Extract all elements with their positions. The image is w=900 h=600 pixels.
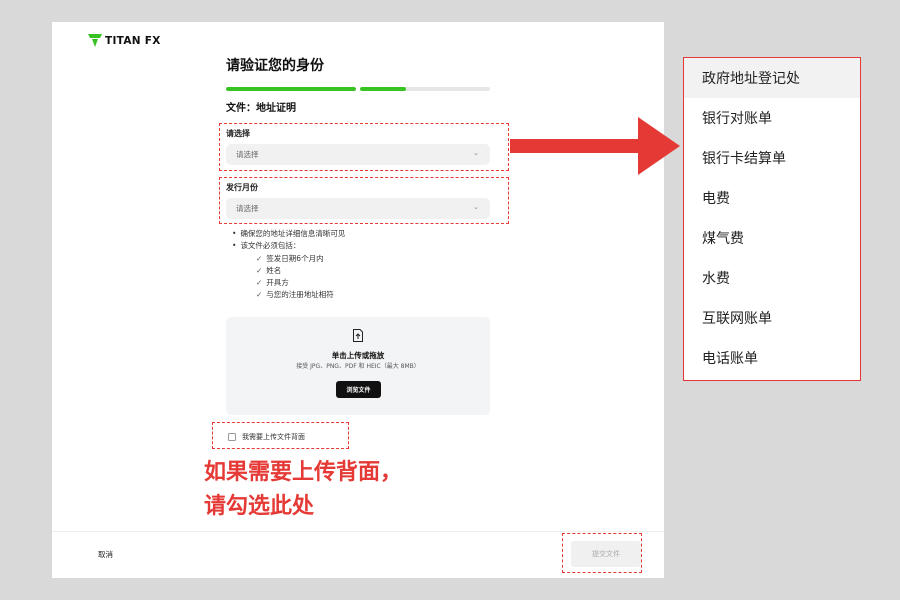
list-item: ✓ 姓名 [232, 265, 345, 277]
dropdown-option[interactable]: 互联网账单 [684, 298, 860, 338]
dropdown-option[interactable]: 煤气费 [684, 218, 860, 258]
check-icon: ✓ [256, 253, 263, 263]
logo-text: TITAN FX [105, 34, 161, 47]
upload-file-icon [353, 329, 363, 342]
highlight-box [219, 123, 509, 171]
upload-dropzone[interactable]: 单击上传或拖放 接受 JPG、PNG、PDF 和 HEIC（最大 8MB） 浏览… [226, 317, 490, 415]
verification-panel: TITAN FX 请验证您的身份 文件：地址证明 请选择 请选择 ⌄ 发行月份 … [52, 22, 664, 578]
requirements-list: • 确保您的地址详细信息清晰可见 • 该文件必须包括： ✓ 签发日期6个月内 ✓ 姓名 … [232, 228, 345, 302]
dropdown-option[interactable]: 政府地址登记处 [684, 58, 860, 98]
progress-segment [360, 87, 490, 91]
dropdown-option[interactable]: 银行卡结算单 [684, 138, 860, 178]
progress-segment [226, 87, 356, 91]
dropdown-option[interactable]: 银行对账单 [684, 98, 860, 138]
annotation-line: 如果需要上传背面， [204, 460, 403, 485]
page-title: 请验证您的身份 [226, 58, 324, 74]
list-item: ✓ 与您的注册地址相符 [232, 289, 345, 301]
progress-bar [226, 87, 490, 91]
footer-divider [52, 531, 664, 532]
document-type-dropdown: 政府地址登记处 银行对账单 银行卡结算单 电费 煤气费 水费 互联网账单 电话账… [683, 57, 861, 381]
list-item: ✓ 签发日期6个月内 [232, 253, 345, 265]
cancel-button[interactable]: 取消 [98, 549, 113, 560]
list-item: • 该文件必须包括： [232, 241, 301, 251]
annotation-line: 请勾选此处 [204, 494, 315, 519]
check-icon: ✓ [256, 265, 263, 275]
annotation-text: 如果需要上传背面， 请勾选此处 [204, 456, 402, 524]
dropdown-option[interactable]: 水费 [684, 258, 860, 298]
arrow-right-icon [510, 117, 680, 175]
browse-files-button[interactable]: 浏览文件 [336, 381, 381, 398]
upload-subtitle: 接受 JPG、PNG、PDF 和 HEIC（最大 8MB） [296, 363, 420, 370]
check-icon: ✓ [256, 278, 263, 288]
dropdown-option[interactable]: 电话账单 [684, 338, 860, 378]
titan-fx-logo: TITAN FX [88, 34, 161, 47]
list-item: ✓ 开具方 [232, 277, 345, 289]
document-type-label: 文件：地址证明 [226, 103, 296, 114]
highlight-box [212, 422, 349, 449]
dropdown-option[interactable]: 电费 [684, 178, 860, 218]
list-item: • 确保您的地址详细信息清晰可见 [232, 229, 346, 238]
check-icon: ✓ [256, 290, 263, 300]
highlight-box [219, 177, 509, 224]
highlight-box [562, 533, 642, 573]
upload-title: 单击上传或拖放 [331, 351, 385, 360]
titan-logo-icon [88, 34, 102, 47]
